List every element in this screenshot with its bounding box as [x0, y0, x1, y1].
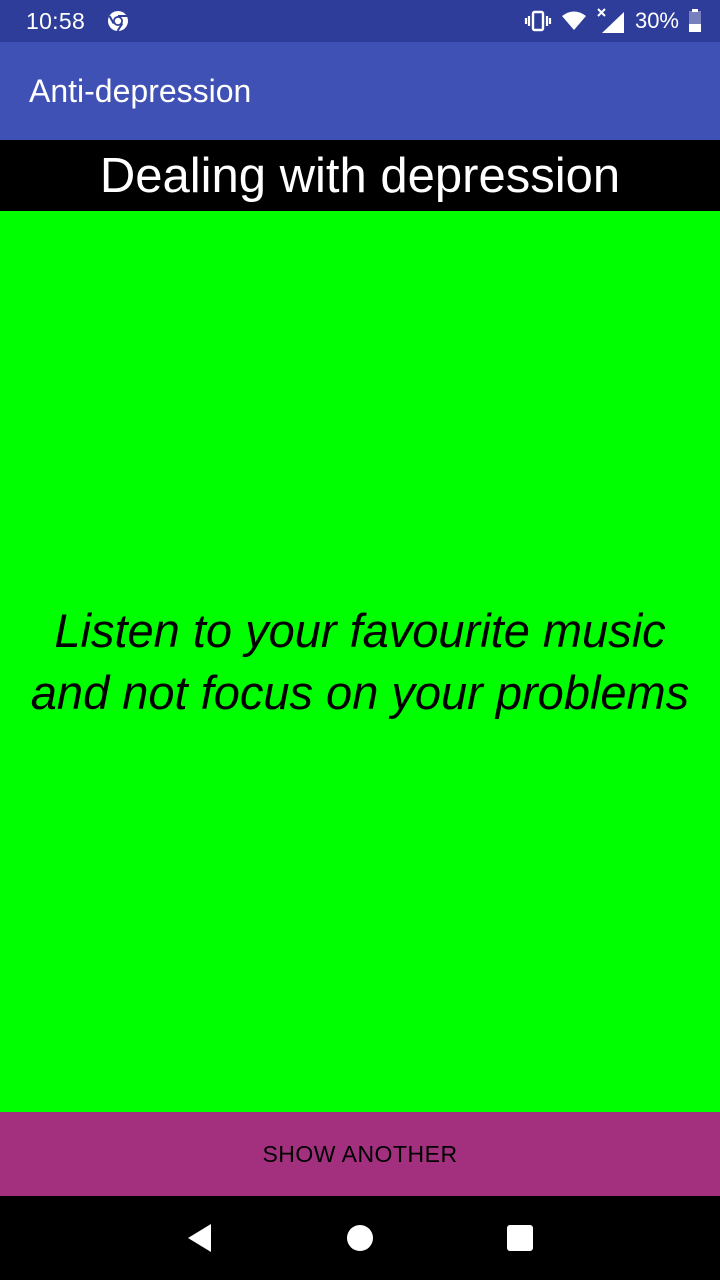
status-left: 10:58 — [26, 8, 129, 35]
vibrate-icon — [524, 10, 552, 32]
headline: Dealing with depression — [99, 148, 621, 203]
tip-text: Listen to your favourite music and not f… — [30, 603, 690, 719]
app-title: Anti-depression — [29, 72, 252, 109]
app-bar: Anti-depression — [0, 42, 720, 140]
battery-percent: 30% — [634, 8, 679, 33]
tip-card: Listen to your favourite music and not f… — [0, 211, 720, 1112]
wifi-icon — [561, 10, 587, 32]
recents-icon[interactable] — [490, 1208, 550, 1268]
home-icon[interactable] — [330, 1208, 390, 1268]
headline-bar: Dealing with depression — [0, 140, 720, 211]
chrome-icon — [107, 10, 129, 32]
show-another-button[interactable]: SHOW ANOTHER — [0, 1112, 720, 1196]
back-icon[interactable] — [170, 1208, 230, 1268]
status-bar: 10:58 30% — [0, 0, 720, 42]
status-right: 30% — [524, 8, 702, 34]
navigation-bar — [0, 1196, 720, 1280]
status-time: 10:58 — [26, 7, 86, 34]
cell-signal-icon — [596, 8, 626, 34]
battery-icon — [688, 9, 702, 33]
